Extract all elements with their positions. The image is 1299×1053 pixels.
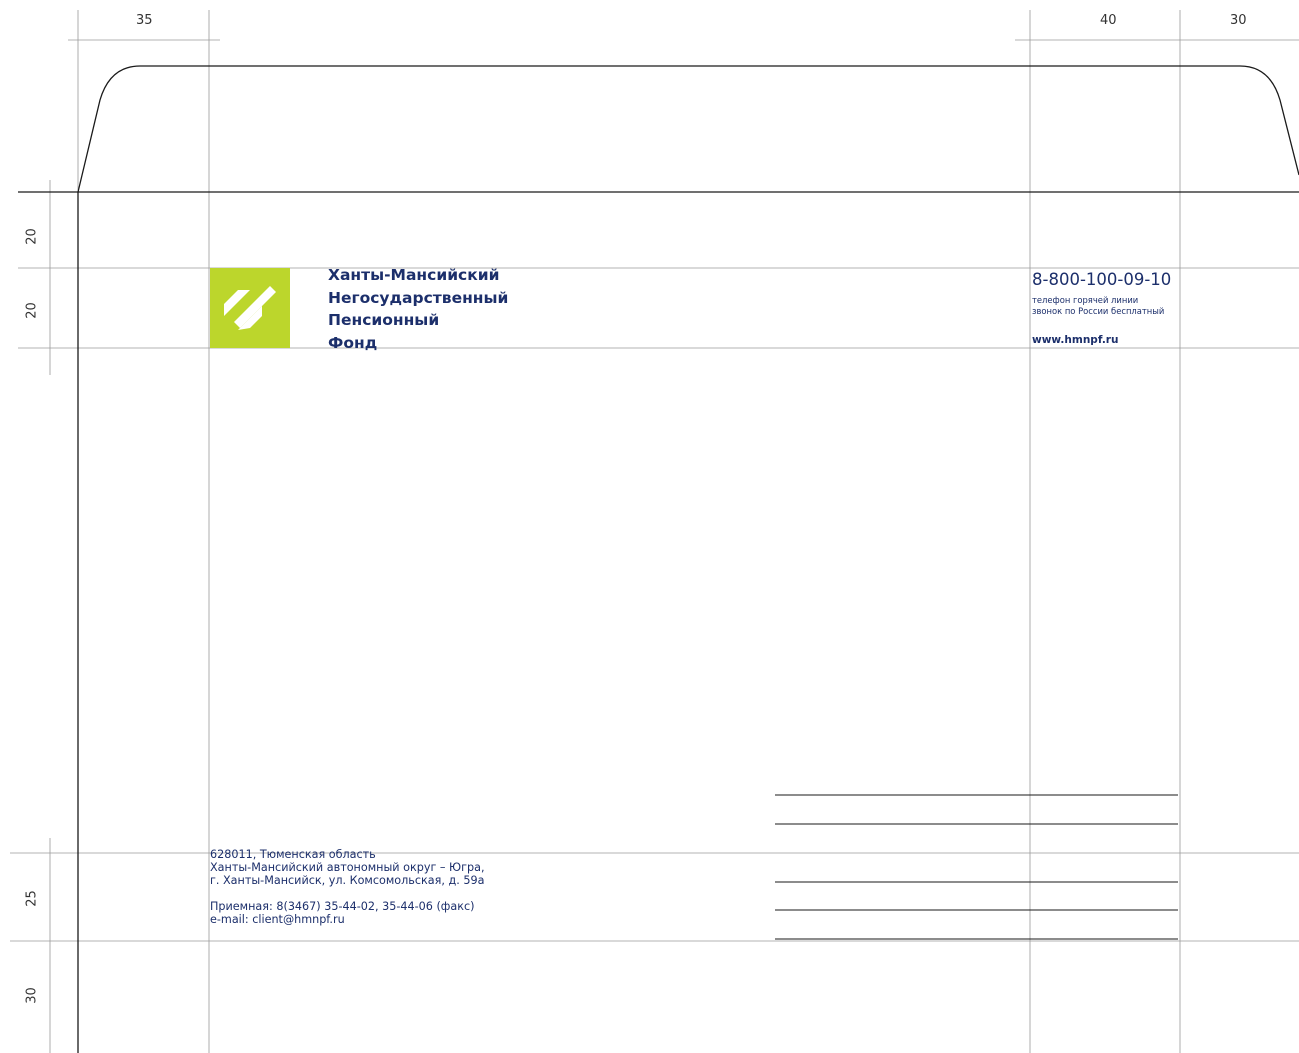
dim-right-margin: 30	[1230, 13, 1247, 28]
address-line-1: 628011, Тюменская область	[210, 848, 376, 861]
fund-logo-icon	[210, 268, 290, 348]
hotline-number: 8-800-100-09-10	[1032, 270, 1172, 289]
address-line-3: г. Ханты-Мансийск, ул. Комсомольская, д.…	[210, 874, 485, 887]
dim-top-band: 20	[24, 228, 40, 245]
reception-phone: Приемная: 8(3467) 35-44-02, 35-44-06 (фа…	[210, 900, 475, 913]
org-name-line: Фонд	[328, 333, 378, 352]
dim-bottom-band: 30	[24, 987, 40, 1004]
website-link[interactable]: www.hmnpf.ru	[1032, 334, 1118, 346]
dim-right-col: 40	[1100, 13, 1117, 28]
dim-header-band: 20	[24, 302, 40, 319]
address-line-2: Ханты-Мансийский автономный округ – Югра…	[210, 861, 485, 874]
org-name-line: Пенсионный	[328, 311, 440, 329]
org-name-line: Ханты-Мансийский	[328, 266, 500, 284]
recipient-address-lines	[775, 794, 1178, 940]
dim-footer-band: 25	[24, 890, 40, 907]
hotline-caption-line: телефон горячей линии	[1032, 295, 1139, 305]
organization-name: Ханты-Мансийский Негосударственный Пенси…	[328, 264, 508, 354]
dim-left-margin: 35	[136, 13, 153, 28]
envelope-flap	[77, 65, 1299, 193]
hotline-caption-line: звонок по России бесплатный	[1032, 305, 1165, 316]
email-address[interactable]: e-mail: client@hmnpf.ru	[210, 913, 485, 926]
guide-lines	[10, 10, 1299, 1053]
envelope-drawing	[10, 10, 1299, 1053]
sender-address: 628011, Тюменская область Ханты-Мансийск…	[210, 848, 485, 926]
hotline-caption: телефон горячей линии звонок по России б…	[1032, 295, 1164, 316]
org-name-line: Негосударственный	[328, 288, 509, 307]
